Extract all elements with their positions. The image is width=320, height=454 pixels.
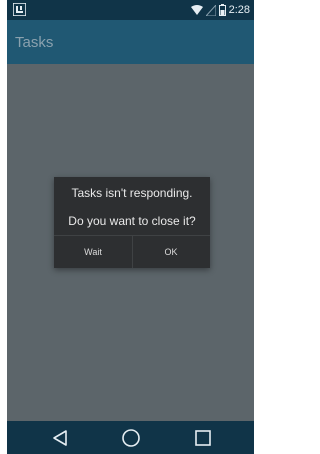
app-badge-icon	[13, 3, 26, 16]
home-icon[interactable]	[121, 428, 141, 448]
wait-button[interactable]: Wait	[54, 236, 132, 268]
signal-icon	[205, 4, 216, 16]
navigation-bar	[7, 421, 254, 454]
status-bar: 2:28	[7, 0, 254, 20]
app-title: Tasks	[15, 34, 54, 51]
dialog-message-line1: Tasks isn't responding.	[71, 186, 193, 200]
back-icon[interactable]	[51, 428, 71, 448]
recent-apps-icon[interactable]	[193, 428, 213, 448]
wifi-icon	[190, 4, 203, 15]
dialog-message-line2: Do you want to close it?	[68, 214, 196, 228]
clock-time: 2:28	[228, 4, 250, 16]
action-bar: Tasks	[7, 20, 254, 64]
battery-icon	[218, 4, 226, 16]
phone-screen: 2:28 Tasks Tasks isn't responding. Do yo…	[7, 0, 254, 454]
app-not-responding-dialog: Tasks isn't responding. Do you want to c…	[54, 177, 210, 268]
ok-button[interactable]: OK	[132, 236, 210, 268]
